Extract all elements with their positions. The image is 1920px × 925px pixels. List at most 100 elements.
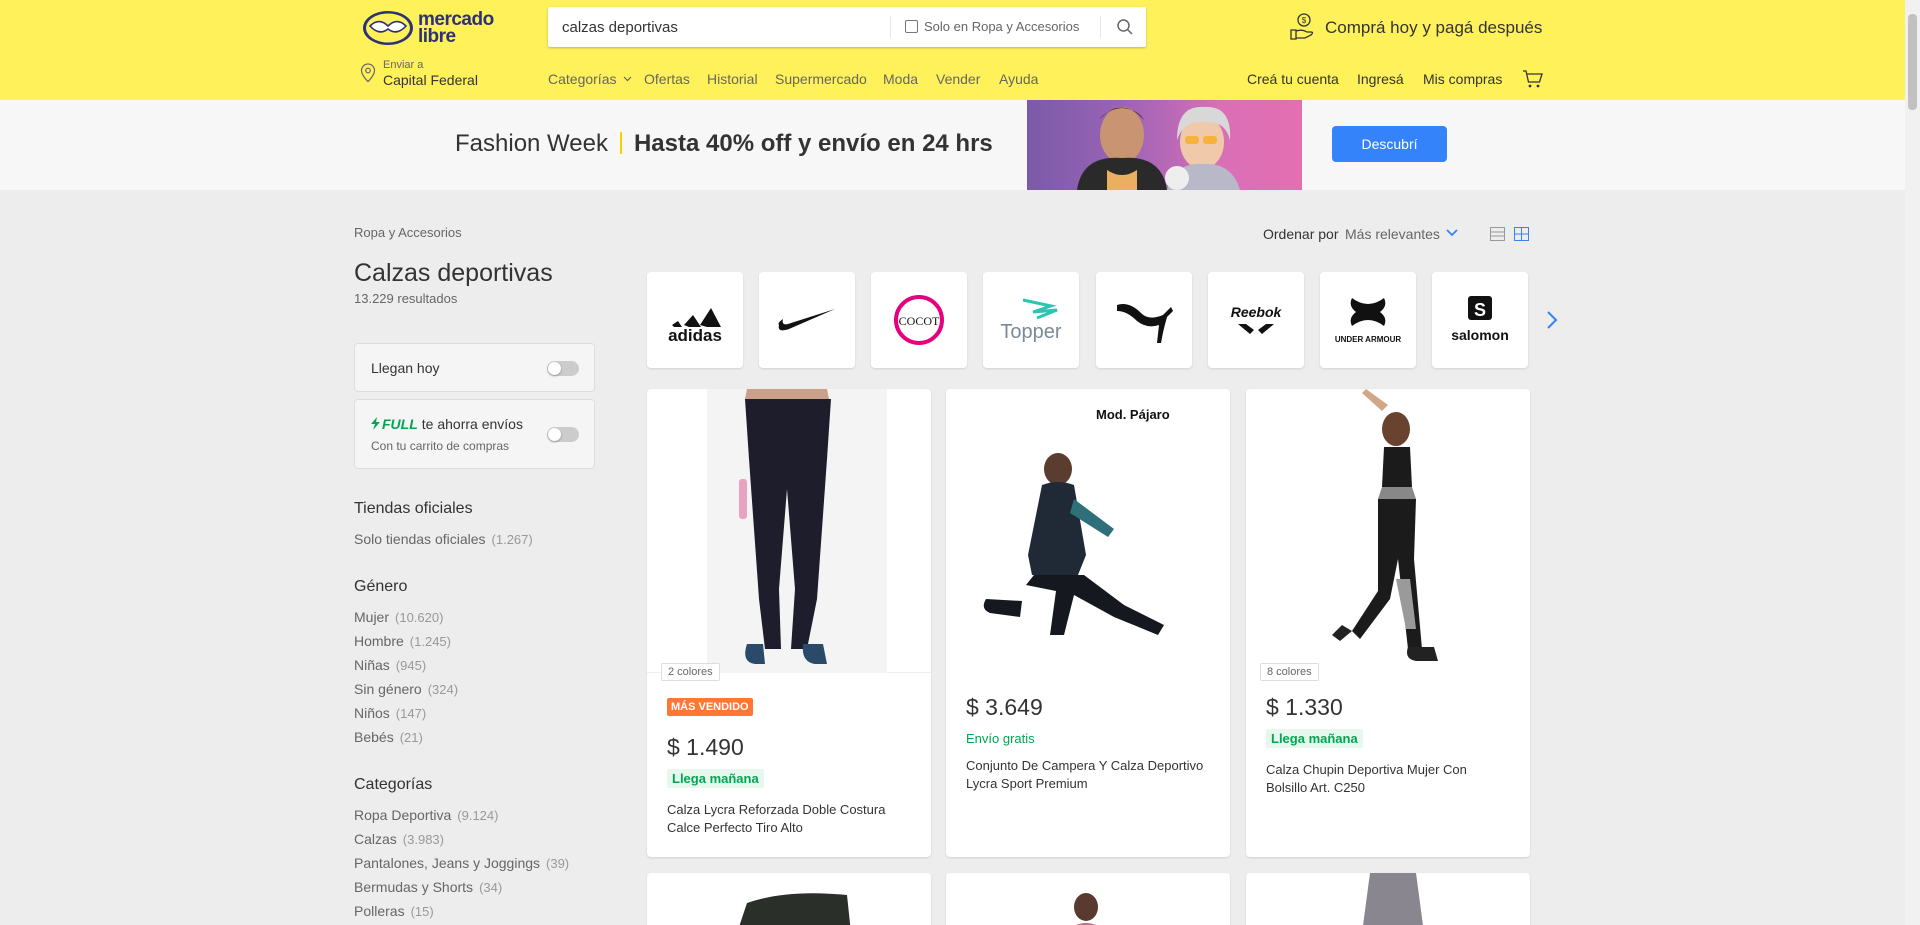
brand-topper[interactable]: Topper [983, 272, 1079, 368]
banner-highlight: Hasta 40% off y envío en 24 hrs [633, 130, 993, 157]
under-armour-logo-icon: UNDER ARMOUR [1335, 298, 1402, 344]
product-price: $ 1.490 [667, 734, 744, 760]
brand-salomon-text: salomon [1451, 327, 1509, 343]
logo-line-2: libre [418, 26, 456, 47]
banner-models-illustration [1077, 106, 1240, 190]
filter-item[interactable]: Hombre (1.245) [354, 633, 451, 649]
brand-under-armour[interactable]: UNDER ARMOUR [1320, 272, 1416, 368]
cart-icon[interactable] [1522, 69, 1544, 89]
llegan-hoy-toggle[interactable] [547, 361, 579, 376]
filter-heading-tiendas: Tiendas oficiales [354, 500, 473, 517]
nav-categorias[interactable]: Categorías [548, 71, 632, 87]
filter-item[interactable]: Ropa Deportiva (9.124) [354, 807, 498, 823]
product-title[interactable]: Calza Chupin Deportiva Mujer Con Bolsill… [1266, 761, 1511, 797]
filter-item[interactable]: Mujer (10.620) [354, 609, 443, 625]
category-filter-label[interactable]: Solo en Ropa y Accesorios [924, 19, 1079, 34]
filter-item[interactable]: Polleras (15) [354, 903, 434, 919]
results-count: 13.229 resultados [354, 291, 458, 306]
brand-adidas-text: adidas [668, 326, 722, 345]
brand-reebok[interactable]: Reebok [1208, 272, 1304, 368]
sort-dropdown[interactable]: Más relevantes [1345, 226, 1440, 242]
location-pin-icon [360, 63, 376, 83]
nav-supermercado[interactable]: Supermercado [775, 71, 867, 87]
brand-nike[interactable] [759, 272, 855, 368]
product-title[interactable]: Conjunto De Campera Y Calza Deportivo Ly… [966, 757, 1211, 793]
puma-cat-icon [1117, 304, 1173, 343]
product-title[interactable]: Calza Lycra Reforzada Doble Costura Calc… [667, 801, 912, 837]
brand-cocot[interactable]: COCOT [871, 272, 967, 368]
product-photo-partial [739, 893, 851, 925]
product-image[interactable] [1246, 389, 1530, 673]
create-account-link[interactable]: Creá tu cuenta [1247, 71, 1339, 87]
buy-now-pay-later-link[interactable]: Comprá hoy y pagá después [1325, 18, 1542, 38]
product-card-partial[interactable] [1246, 873, 1530, 925]
product-photo-leggings [707, 389, 887, 673]
filter-heading-genero: Género [354, 578, 408, 595]
grid-view-icon[interactable] [1514, 227, 1529, 241]
nav-ayuda[interactable]: Ayuda [999, 71, 1038, 87]
ship-to-label[interactable]: Enviar a [383, 59, 423, 71]
category-filter-checkbox[interactable] [905, 20, 918, 33]
model-overlay-text: Mod. Pájaro [1096, 407, 1170, 422]
filter-item[interactable]: Pantalones, Jeans y Joggings (39) [354, 855, 569, 871]
nav-ofertas[interactable]: Ofertas [644, 71, 690, 87]
breadcrumb[interactable]: Ropa y Accesorios [354, 225, 462, 240]
reebok-logo-icon: Reebok [1231, 304, 1282, 334]
full-toggle[interactable] [547, 427, 579, 442]
chevron-down-icon [623, 76, 632, 82]
ship-to-city[interactable]: Capital Federal [383, 72, 478, 88]
topper-logo-icon: Topper [1000, 298, 1062, 343]
filter-full[interactable]: FULL te ahorra envíos Con tu carrito de c… [354, 399, 595, 469]
colors-count: 2 colores [661, 663, 720, 681]
nav-moda[interactable]: Moda [883, 71, 918, 87]
chevron-down-icon[interactable] [1446, 228, 1458, 238]
logo-text: mercado libre [418, 10, 494, 47]
scrollbar-thumb[interactable] [1908, 14, 1917, 110]
nav-vender[interactable]: Vender [936, 71, 980, 87]
search-button[interactable] [1104, 7, 1146, 47]
page-scrollbar[interactable] [1905, 0, 1920, 925]
product-card[interactable]: 2 colores MÁS VENDIDO $ 1.490 Llega maña… [647, 389, 931, 857]
product-image[interactable] [647, 389, 931, 673]
login-link[interactable]: Ingresá [1357, 71, 1404, 87]
product-card-partial[interactable] [946, 873, 1230, 925]
best-seller-badge: MÁS VENDIDO [667, 698, 753, 716]
filter-item[interactable]: Niñas (945) [354, 657, 426, 673]
sort-label: Ordenar por [1263, 226, 1339, 242]
nike-swoosh-icon [778, 309, 835, 331]
filter-llegan-hoy[interactable]: Llegan hoy [354, 343, 595, 392]
brand-puma[interactable] [1096, 272, 1192, 368]
nav-categorias-label: Categorías [548, 71, 617, 87]
search-bar: Solo en Ropa y Accesorios [548, 7, 1146, 47]
search-input[interactable] [562, 7, 882, 47]
salomon-logo-icon: S salomon [1451, 296, 1509, 343]
full-brand: FULL [382, 416, 418, 432]
product-price: $ 1.330 [1266, 694, 1343, 720]
product-card-partial[interactable] [647, 873, 931, 925]
shipping-label: Llega mañana [667, 769, 764, 788]
search-divider-2 [1100, 16, 1101, 38]
full-line: FULL te ahorra envíos [371, 416, 523, 432]
brand-cocot-text: COCOT [899, 314, 940, 328]
brand-salomon[interactable]: S salomon [1432, 272, 1528, 368]
my-purchases-link[interactable]: Mis compras [1423, 71, 1502, 87]
search-icon [1117, 19, 1133, 35]
filter-item[interactable]: Solo tiendas oficiales (1.267) [354, 531, 533, 547]
promo-banner[interactable]: Fashion Week Hasta 40% off y envío en 24 … [0, 100, 1905, 190]
chevron-right-icon[interactable] [1545, 309, 1559, 331]
brand-under-armour-text: UNDER ARMOUR [1335, 335, 1402, 344]
filter-item[interactable]: Sin género (324) [354, 681, 458, 697]
filter-item[interactable]: Bermudas y Shorts (34) [354, 879, 502, 895]
product-card[interactable]: 8 colores $ 1.330 Llega mañana Calza Chu… [1246, 389, 1530, 857]
full-sub: Con tu carrito de compras [371, 439, 510, 453]
filter-item[interactable]: Niños (147) [354, 705, 426, 721]
filter-item[interactable]: Calzas (3.983) [354, 831, 444, 847]
brand-adidas[interactable]: adidas [647, 272, 743, 368]
filter-item[interactable]: Bebés (21) [354, 729, 423, 745]
list-view-icon[interactable] [1490, 227, 1505, 241]
discover-button[interactable]: Descubrí [1332, 126, 1447, 162]
product-card[interactable]: Mod. Pájaro $ 3.649 Envío gratis Conjunt… [946, 389, 1230, 857]
nav-historial[interactable]: Historial [707, 71, 758, 87]
free-shipping-label: Envío gratis [966, 731, 1035, 746]
product-image[interactable]: Mod. Pájaro [946, 389, 1230, 673]
